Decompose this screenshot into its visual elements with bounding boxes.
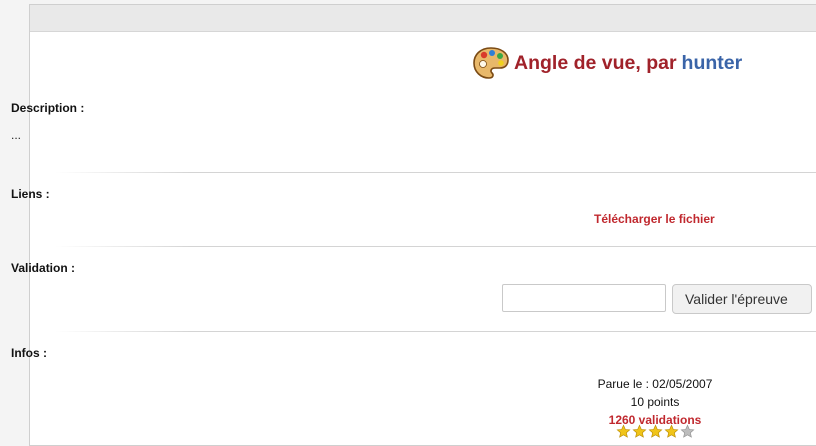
- links-label: Liens :: [11, 187, 50, 201]
- validate-button[interactable]: Valider l'épreuve: [672, 284, 812, 314]
- divider: [55, 246, 816, 247]
- panel-header-bar: [30, 5, 816, 32]
- author-link[interactable]: hunter: [682, 52, 743, 75]
- page-title: Angle de vue, par hunter: [473, 46, 742, 80]
- divider: [55, 331, 816, 332]
- validation-label: Validation :: [11, 261, 76, 275]
- infos-label: Infos :: [11, 346, 47, 360]
- description-text: ...: [11, 128, 22, 142]
- answer-input[interactable]: [502, 284, 666, 312]
- points-value: 10 points: [630, 395, 680, 409]
- download-file-link[interactable]: Télécharger le fichier: [594, 212, 715, 226]
- divider: [55, 172, 816, 173]
- published-date: Parue le : 02/05/2007: [597, 377, 713, 391]
- challenge-title: Angle de vue, par: [514, 51, 677, 74]
- palette-icon: [473, 47, 509, 79]
- description-label: Description :: [11, 101, 85, 115]
